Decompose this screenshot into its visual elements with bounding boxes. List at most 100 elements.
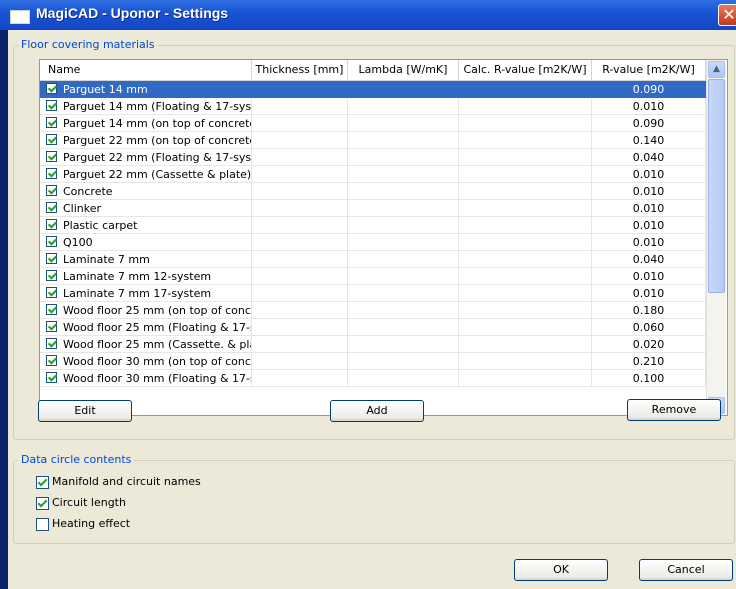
calc-r-value-cell (459, 81, 592, 98)
r-value-cell: 0.010 (592, 183, 706, 200)
row-checkbox[interactable] (46, 168, 57, 179)
lambda-cell (348, 149, 459, 166)
row-checkbox[interactable] (46, 321, 57, 332)
name-cell: Parguet 22 mm (on top of concrete) (40, 132, 252, 149)
r-value-cell: 0.210 (592, 353, 706, 370)
row-checkbox[interactable] (46, 219, 57, 230)
thickness-cell (252, 234, 348, 251)
cancel-button[interactable]: Cancel (639, 559, 733, 581)
app-icon (10, 10, 30, 24)
column-header-lambda[interactable]: Lambda [W/mK] (348, 60, 459, 80)
column-header-name[interactable]: Name (40, 60, 252, 80)
table-row[interactable]: Wood floor 25 mm (Cassette. & plate) 0.02… (40, 336, 706, 353)
row-checkbox[interactable] (46, 287, 57, 298)
row-checkbox[interactable] (46, 355, 57, 366)
r-value-cell: 0.090 (592, 115, 706, 132)
r-value-cell: 0.010 (592, 200, 706, 217)
calc-r-value-cell (459, 302, 592, 319)
calc-r-value-cell (459, 336, 592, 353)
table-row[interactable]: Q100 0.010 (40, 234, 706, 251)
row-checkbox[interactable] (46, 253, 57, 264)
lambda-cell (348, 234, 459, 251)
thickness-cell (252, 319, 348, 336)
r-value-cell: 0.010 (592, 285, 706, 302)
ok-button[interactable]: OK (514, 559, 608, 581)
table-row[interactable]: Parguet 22 mm (Cassette & plate) 0.010 (40, 166, 706, 183)
row-checkbox[interactable] (46, 185, 57, 196)
calc-r-value-cell (459, 285, 592, 302)
dialog-body: Floor covering materials Name Thickness … (8, 30, 736, 589)
row-checkbox[interactable] (46, 117, 57, 128)
thickness-cell (252, 98, 348, 115)
row-checkbox[interactable] (46, 338, 57, 349)
r-value-cell: 0.140 (592, 132, 706, 149)
calc-r-value-cell (459, 370, 592, 387)
circuit-length-checkbox[interactable] (36, 497, 49, 510)
manifold-names-checkbox[interactable] (36, 476, 49, 489)
calc-r-value-cell (459, 234, 592, 251)
table-row[interactable]: Concrete 0.010 (40, 183, 706, 200)
lambda-cell (348, 98, 459, 115)
table-row[interactable]: Wood floor 25 mm (on top of concre... 0.1… (40, 302, 706, 319)
thickness-cell (252, 200, 348, 217)
row-checkbox[interactable] (46, 83, 57, 94)
title-bar[interactable]: MagiCAD - Uponor - Settings ✕ (0, 0, 736, 30)
vertical-scrollbar[interactable]: ▲ ▼ (706, 60, 726, 415)
table-row[interactable]: Plastic carpet 0.010 (40, 217, 706, 234)
remove-button[interactable]: Remove (627, 399, 721, 421)
table-row[interactable]: Laminate 7 mm 17-system 0.010 (40, 285, 706, 302)
table-row[interactable]: Wood floor 30 mm (on top of concre... 0.2… (40, 353, 706, 370)
data-circle-legend: Data circle contents (18, 453, 135, 466)
name-cell: Wood floor 30 mm (Floating & 17-sy... (40, 370, 252, 387)
r-value-cell: 0.010 (592, 98, 706, 115)
table-row[interactable]: Parguet 22 mm (Floating & 17-system) 0.04… (40, 149, 706, 166)
row-checkbox[interactable] (46, 151, 57, 162)
name-cell: Laminate 7 mm 12-system (40, 268, 252, 285)
r-value-cell: 0.060 (592, 319, 706, 336)
name-cell: Q100 (40, 234, 252, 251)
row-checkbox[interactable] (46, 134, 57, 145)
close-button[interactable]: ✕ (718, 4, 736, 26)
name-cell: Laminate 7 mm (40, 251, 252, 268)
table-row[interactable]: Wood floor 25 mm (Floating & 17-sy... 0.0… (40, 319, 706, 336)
row-checkbox[interactable] (46, 372, 57, 383)
row-checkbox[interactable] (46, 236, 57, 247)
table-row[interactable]: Clinker 0.010 (40, 200, 706, 217)
heating-effect-checkbox[interactable] (36, 518, 49, 531)
r-value-cell: 0.090 (592, 81, 706, 98)
r-value-cell: 0.040 (592, 149, 706, 166)
thickness-cell (252, 217, 348, 234)
row-checkbox[interactable] (46, 202, 57, 213)
manifold-names-label: Manifold and circuit names (52, 475, 201, 488)
calc-r-value-cell (459, 217, 592, 234)
thickness-cell (252, 353, 348, 370)
table-header: Name Thickness [mm] Lambda [W/mK] Calc. … (40, 60, 706, 81)
lambda-cell (348, 336, 459, 353)
thickness-cell (252, 285, 348, 302)
calc-r-value-cell (459, 319, 592, 336)
name-cell: Wood floor 30 mm (on top of concre... (40, 353, 252, 370)
table-row[interactable]: Parguet 14 mm (on top of concrete) 0.090 (40, 115, 706, 132)
floor-covering-legend: Floor covering materials (18, 38, 158, 51)
r-value-cell: 0.010 (592, 217, 706, 234)
lambda-cell (348, 353, 459, 370)
table-row[interactable]: Parguet 14 mm 0.090 (40, 81, 706, 98)
table-row[interactable]: Parguet 22 mm (on top of concrete) 0.140 (40, 132, 706, 149)
row-checkbox[interactable] (46, 100, 57, 111)
column-header-r-value[interactable]: R-value [m2K/W] (592, 60, 706, 80)
table-row[interactable]: Wood floor 30 mm (Floating & 17-sy... 0.1… (40, 370, 706, 387)
table-row[interactable]: Laminate 7 mm 12-system 0.010 (40, 268, 706, 285)
column-header-calc-r-value[interactable]: Calc. R-value [m2K/W] (459, 60, 592, 80)
scrollbar-thumb[interactable] (708, 79, 725, 293)
row-checkbox[interactable] (46, 270, 57, 281)
table-row[interactable]: Laminate 7 mm 0.040 (40, 251, 706, 268)
add-button[interactable]: Add (330, 400, 424, 422)
lambda-cell (348, 115, 459, 132)
column-header-thickness[interactable]: Thickness [mm] (252, 60, 348, 80)
r-value-cell: 0.040 (592, 251, 706, 268)
scroll-up-icon[interactable]: ▲ (708, 61, 725, 78)
row-checkbox[interactable] (46, 304, 57, 315)
edit-button[interactable]: Edit (38, 400, 132, 422)
name-cell: Parguet 14 mm (Floating & 17-system) (40, 98, 252, 115)
table-row[interactable]: Parguet 14 mm (Floating & 17-system) 0.01… (40, 98, 706, 115)
